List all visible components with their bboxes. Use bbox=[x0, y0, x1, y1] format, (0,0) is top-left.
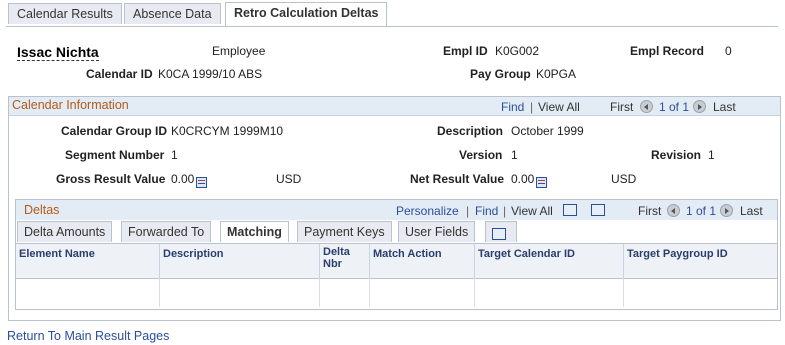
gross-result-label: Gross Result Value bbox=[56, 172, 166, 186]
deltas-range: 1 of 1 bbox=[686, 204, 717, 218]
tab-calendar-results-label: Calendar Results bbox=[17, 7, 113, 21]
subtab-user-fields-label: User Fields bbox=[405, 225, 469, 239]
col-delta-nbr[interactable]: Delta Nbr bbox=[320, 244, 370, 278]
show-all-columns-button[interactable] bbox=[485, 221, 517, 242]
return-to-main-link[interactable]: Return To Main Result Pages bbox=[7, 329, 169, 343]
segment-number-label: Segment Number bbox=[65, 148, 165, 162]
new-window-button[interactable] bbox=[563, 202, 577, 216]
page-tabbar: Calendar Results Absence Data Retro Calc… bbox=[6, 2, 778, 27]
subtab-payment-keys-label: Payment Keys bbox=[304, 225, 385, 239]
cell-description bbox=[160, 278, 320, 307]
deltas-title: Deltas bbox=[24, 203, 60, 217]
subtab-matching[interactable]: Matching bbox=[220, 221, 289, 242]
chevron-left-icon bbox=[667, 204, 680, 218]
cell-target-calendar-id bbox=[475, 278, 624, 307]
version-label: Version bbox=[459, 148, 503, 162]
version-value: 1 bbox=[511, 148, 518, 162]
description-value: October 1999 bbox=[511, 124, 584, 138]
employee-type: Employee bbox=[212, 44, 266, 58]
tab-absence-data-label: Absence Data bbox=[133, 7, 212, 21]
spreadsheet-icon bbox=[591, 203, 605, 216]
subtab-matching-label: Matching bbox=[227, 225, 282, 239]
calendar-information-header: Calendar Information Find | View All Fir… bbox=[9, 97, 780, 116]
empl-record-value: 0 bbox=[725, 44, 732, 58]
calendar-group-id-label: Calendar Group ID bbox=[61, 124, 168, 138]
cell-match-action bbox=[370, 278, 475, 307]
empl-record-label: Empl Record bbox=[630, 44, 705, 58]
tab-retro-calculation-deltas-label: Retro Calculation Deltas bbox=[234, 6, 379, 20]
calculator-icon bbox=[196, 177, 207, 189]
gross-result-detail-button[interactable] bbox=[196, 175, 207, 189]
deltas-find-link[interactable]: Find bbox=[475, 204, 498, 218]
deltas-grid-header: Element Name Description Delta Nbr Match… bbox=[16, 243, 777, 279]
cell-delta-nbr bbox=[320, 278, 370, 307]
tab-calendar-results[interactable]: Calendar Results bbox=[8, 3, 122, 24]
net-result-label: Net Result Value bbox=[410, 172, 505, 186]
chevron-right-icon bbox=[693, 100, 706, 114]
tab-retro-calculation-deltas[interactable]: Retro Calculation Deltas bbox=[225, 2, 388, 26]
cell-element-name bbox=[16, 278, 160, 307]
deltas-header: Deltas Personalize | Find | View All Fir… bbox=[16, 200, 777, 220]
subtab-delta-amounts[interactable]: Delta Amounts bbox=[17, 221, 113, 242]
calendar-id-value: K0CA 1999/10 ABS bbox=[158, 67, 263, 81]
segment-number-value: 1 bbox=[171, 148, 178, 162]
cell-target-paygroup-id bbox=[624, 278, 777, 307]
description-label: Description bbox=[437, 124, 504, 138]
employee-name: Issac Nichta bbox=[17, 44, 99, 61]
calendar-group-id-value: K0CRCYM 1999M10 bbox=[171, 124, 284, 138]
col-target-paygroup-id[interactable]: Target Paygroup ID bbox=[624, 244, 777, 278]
new-window-icon bbox=[563, 203, 577, 216]
chevron-right-icon bbox=[720, 204, 733, 218]
calendar-information-title: Calendar Information bbox=[12, 98, 129, 112]
calendar-id-label: Calendar ID bbox=[86, 67, 153, 81]
table-row bbox=[16, 278, 777, 307]
deltas-separator-2: | bbox=[503, 204, 507, 218]
deltas-grid: Deltas Personalize | Find | View All Fir… bbox=[15, 199, 778, 310]
calendar-last-label: Last bbox=[713, 100, 736, 114]
revision-value: 1 bbox=[708, 148, 715, 162]
net-currency: USD bbox=[611, 172, 637, 186]
download-button[interactable] bbox=[591, 202, 605, 216]
net-result-value: 0.00 bbox=[511, 172, 535, 186]
deltas-last-label: Last bbox=[740, 204, 763, 218]
calendar-next-button[interactable] bbox=[693, 99, 706, 114]
col-element-name[interactable]: Element Name bbox=[16, 244, 160, 278]
net-result-detail-button[interactable] bbox=[536, 175, 547, 189]
calendar-find-link[interactable]: Find bbox=[501, 100, 524, 114]
subtab-delta-amounts-label: Delta Amounts bbox=[24, 225, 106, 239]
deltas-first-label: First bbox=[638, 204, 662, 218]
calendar-view-all[interactable]: View All bbox=[538, 100, 580, 114]
gross-result-value: 0.00 bbox=[171, 172, 195, 186]
col-description[interactable]: Description bbox=[160, 244, 320, 278]
col-target-calendar-id[interactable]: Target Calendar ID bbox=[475, 244, 624, 278]
pay-group-value: K0PGA bbox=[536, 67, 577, 81]
subtab-payment-keys[interactable]: Payment Keys bbox=[297, 221, 392, 242]
subtab-forwarded-to-label: Forwarded To bbox=[128, 225, 205, 239]
deltas-personalize-link[interactable]: Personalize bbox=[396, 204, 459, 218]
deltas-next-button[interactable] bbox=[720, 203, 733, 218]
calendar-prev-button[interactable] bbox=[640, 99, 653, 114]
subtab-forwarded-to[interactable]: Forwarded To bbox=[121, 221, 212, 242]
subtab-user-fields[interactable]: User Fields bbox=[398, 221, 476, 242]
calculator-icon bbox=[536, 177, 547, 189]
calendar-separator: | bbox=[530, 100, 534, 114]
revision-label: Revision bbox=[651, 148, 702, 162]
calendar-first-label: First bbox=[610, 100, 634, 114]
show-all-columns-icon bbox=[492, 228, 506, 241]
deltas-prev-button[interactable] bbox=[667, 203, 680, 218]
empl-id-label: Empl ID bbox=[443, 44, 488, 58]
col-match-action[interactable]: Match Action bbox=[370, 244, 475, 278]
deltas-view-all[interactable]: View All bbox=[511, 204, 553, 218]
deltas-separator: | bbox=[466, 204, 470, 218]
empl-id-value: K0G002 bbox=[495, 44, 540, 58]
pay-group-label: Pay Group bbox=[470, 67, 531, 81]
chevron-left-icon bbox=[640, 100, 653, 114]
gross-currency: USD bbox=[276, 172, 302, 186]
calendar-range: 1 of 1 bbox=[659, 100, 690, 114]
tab-absence-data[interactable]: Absence Data bbox=[124, 3, 221, 24]
